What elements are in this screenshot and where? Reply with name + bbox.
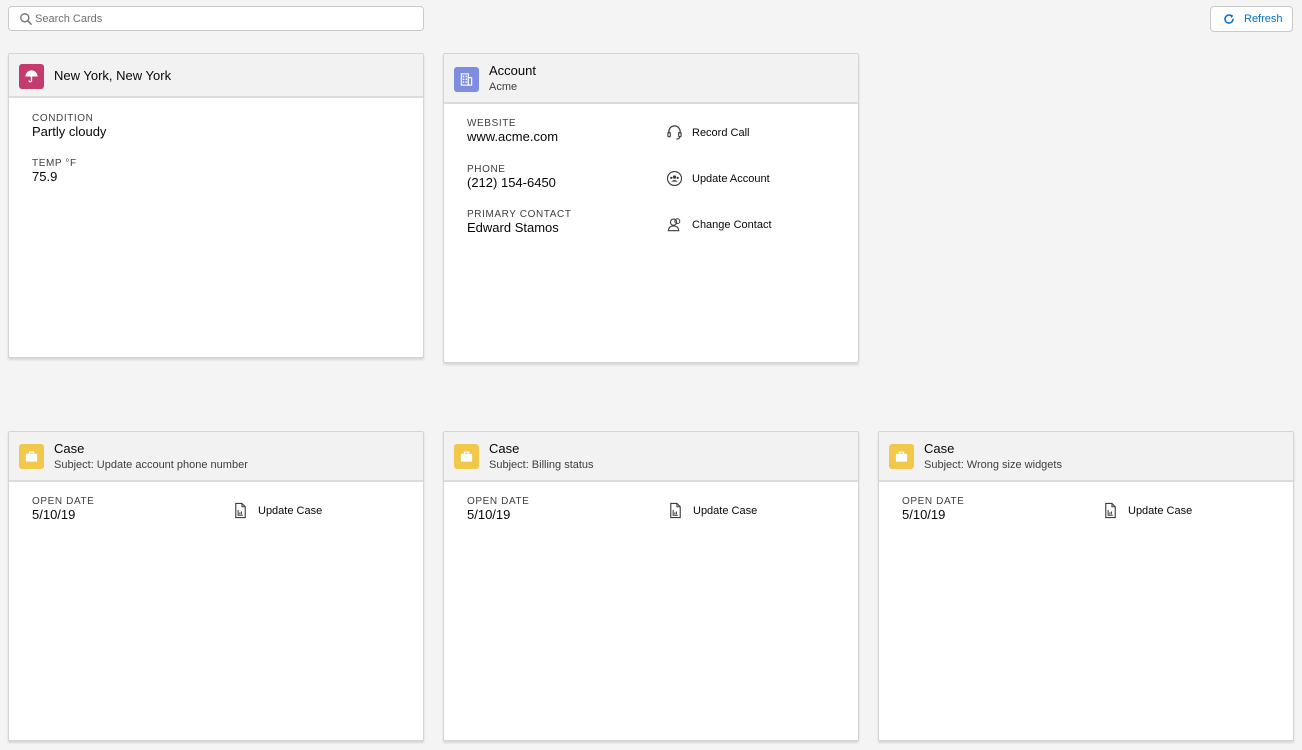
field-label: TEMP °F <box>32 158 77 169</box>
update-case-label: Update Case <box>693 504 758 517</box>
update-case-button[interactable]: Update Case <box>232 502 322 519</box>
card-header: Case Subject: Wrong size widgets <box>879 432 1293 482</box>
refresh-icon <box>1224 14 1234 24</box>
update-case-button[interactable]: Update Case <box>1102 502 1192 519</box>
case-badge <box>454 444 479 469</box>
field-value: Edward Stamos <box>467 220 559 235</box>
document-chart-icon <box>670 502 681 519</box>
field-label: PRIMARY CONTACT <box>467 209 572 220</box>
account-card: Account Acme WEBSITE www.acme.com PHONE … <box>443 53 859 363</box>
website-field: WEBSITE www.acme.com <box>467 118 558 144</box>
document-chart-icon <box>235 502 246 519</box>
card-header: Account Acme <box>444 54 858 104</box>
case-subject: Subject: Update account phone number <box>54 459 248 471</box>
weather-badge <box>19 64 44 89</box>
building-icon <box>460 73 473 86</box>
update-case-label: Update Case <box>258 504 323 517</box>
account-title: Account <box>489 63 536 78</box>
account-subtitle: Acme <box>489 81 518 93</box>
briefcase-icon <box>25 451 38 462</box>
search-input[interactable] <box>35 7 415 30</box>
open-date-field: OPEN DATE 5/10/19 <box>467 496 529 522</box>
headset-icon <box>667 125 682 140</box>
umbrella-icon <box>25 70 38 83</box>
case-badge <box>889 444 914 469</box>
people-icon <box>666 170 683 187</box>
open-date-field: OPEN DATE 5/10/19 <box>902 496 964 522</box>
user-contact-icon <box>667 218 681 232</box>
case-badge <box>19 444 44 469</box>
change-contact-button[interactable]: Change Contact <box>666 216 772 233</box>
field-label: CONDITION <box>32 113 94 124</box>
case-card: Case Subject: Update account phone numbe… <box>8 431 424 741</box>
record-call-label: Record Call <box>692 126 750 139</box>
open-date-field: OPEN DATE 5/10/19 <box>32 496 94 522</box>
weather-title: New York, New York <box>54 68 172 83</box>
change-contact-label: Change Contact <box>692 218 772 231</box>
document-chart-icon <box>1105 502 1116 519</box>
case-subject: Subject: Wrong size widgets <box>924 459 1062 471</box>
search-icon <box>20 13 32 25</box>
case-title: Case <box>54 441 85 456</box>
field-label: OPEN DATE <box>467 496 530 507</box>
briefcase-icon <box>895 451 908 462</box>
field-value: www.acme.com <box>467 129 559 144</box>
field-value: 5/10/19 <box>467 507 511 522</box>
account-badge <box>454 67 479 92</box>
card-header: New York, New York <box>9 54 423 98</box>
field-label: PHONE <box>467 164 506 175</box>
refresh-button[interactable]: Refresh <box>1210 6 1293 32</box>
weather-card: New York, New York CONDITION Partly clou… <box>8 53 424 358</box>
field-value: Partly cloudy <box>32 124 107 139</box>
field-label: OPEN DATE <box>902 496 965 507</box>
field-value: 75.9 <box>32 169 58 184</box>
update-case-button[interactable]: Update Case <box>667 502 757 519</box>
phone-field: PHONE (212) 154-6450 <box>467 164 556 190</box>
field-value: 5/10/19 <box>32 507 76 522</box>
field-value: 5/10/19 <box>902 507 946 522</box>
case-subject: Subject: Billing status <box>489 459 594 471</box>
primary-contact-field: PRIMARY CONTACT Edward Stamos <box>467 209 572 235</box>
condition-field: CONDITION Partly cloudy <box>32 113 106 139</box>
case-card: Case Subject: Wrong size widgets OPEN DA… <box>878 431 1294 741</box>
search-box[interactable] <box>8 6 424 31</box>
case-title: Case <box>489 441 520 456</box>
update-account-button[interactable]: Update Account <box>666 170 770 187</box>
briefcase-icon <box>460 451 473 462</box>
update-account-label: Update Account <box>692 172 770 185</box>
field-value: (212) 154-6450 <box>467 175 556 190</box>
refresh-label: Refresh <box>1244 13 1283 25</box>
case-title: Case <box>924 441 955 456</box>
card-header: Case Subject: Billing status <box>444 432 858 482</box>
update-case-label: Update Case <box>1128 504 1193 517</box>
card-header: Case Subject: Update account phone numbe… <box>9 432 423 482</box>
field-label: WEBSITE <box>467 118 517 129</box>
field-label: OPEN DATE <box>32 496 95 507</box>
case-card: Case Subject: Billing status OPEN DATE 5… <box>443 431 859 741</box>
record-call-button[interactable]: Record Call <box>666 124 749 141</box>
temp-field: TEMP °F 75.9 <box>32 158 77 184</box>
